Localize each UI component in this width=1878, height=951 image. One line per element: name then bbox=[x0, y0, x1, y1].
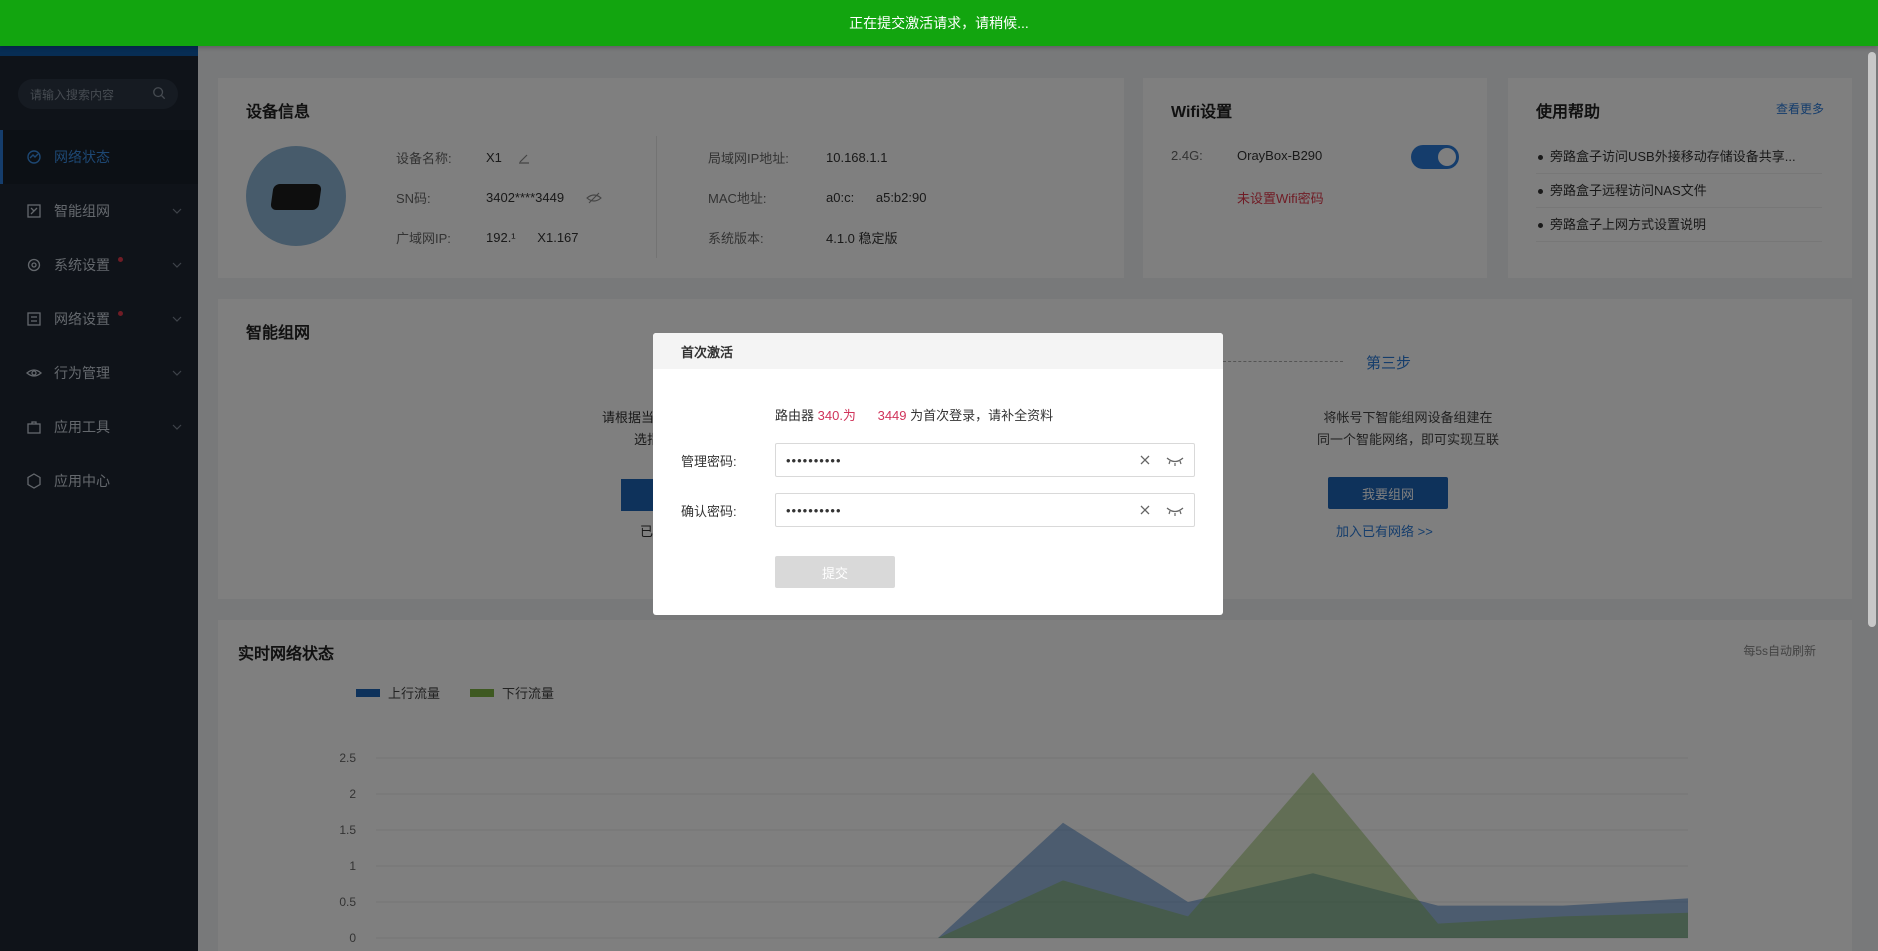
modal-message: 路由器 340.为 3449 为首次登录，请补全资料 bbox=[775, 405, 1053, 424]
submit-button[interactable]: 提交 bbox=[775, 556, 895, 588]
confirm-password-label: 确认密码: bbox=[681, 503, 737, 519]
eye-closed-icon[interactable] bbox=[1166, 503, 1184, 517]
eye-closed-icon[interactable] bbox=[1166, 453, 1184, 467]
notification-message: 正在提交激活请求，请稍候... bbox=[849, 15, 1029, 31]
modal-message-prefix: 路由器 bbox=[775, 408, 818, 423]
confirm-password-input[interactable] bbox=[786, 502, 1124, 518]
clear-icon[interactable] bbox=[1138, 453, 1152, 467]
confirm-password-row: 确认密码: bbox=[681, 493, 1195, 527]
admin-password-input[interactable] bbox=[786, 452, 1124, 468]
activation-modal: 首次激活 路由器 340.为 3449 为首次登录，请补全资料 管理密码: 确认… bbox=[653, 333, 1223, 615]
clear-icon[interactable] bbox=[1138, 503, 1152, 517]
admin-password-label: 管理密码: bbox=[681, 453, 737, 469]
confirm-password-field[interactable] bbox=[775, 493, 1195, 527]
modal-title: 首次激活 bbox=[653, 333, 1223, 369]
scrollbar[interactable] bbox=[1868, 52, 1876, 627]
admin-password-row: 管理密码: bbox=[681, 443, 1195, 477]
modal-message-suffix: 为首次登录，请补全资料 bbox=[906, 408, 1054, 423]
admin-password-field[interactable] bbox=[775, 443, 1195, 477]
notification-bar: 正在提交激活请求，请稍候... bbox=[0, 0, 1878, 46]
modal-message-sn: 340.为 3449 bbox=[817, 408, 907, 423]
